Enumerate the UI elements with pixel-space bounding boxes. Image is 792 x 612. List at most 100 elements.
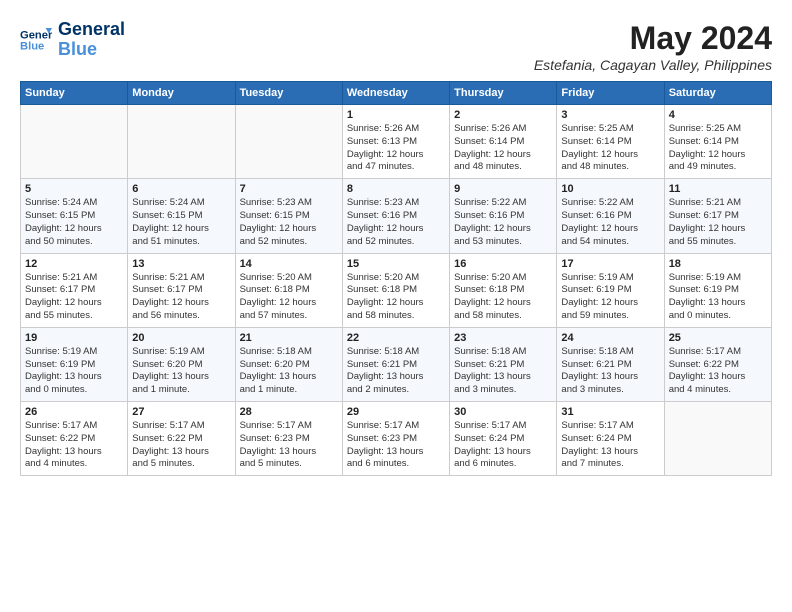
day-number: 13 [132,258,230,270]
calendar-cell: 29 Sunrise: 5:17 AM Sunset: 6:23 PM Dayli… [342,402,449,476]
day-info: Sunrise: 5:19 AM Sunset: 6:19 PM Dayligh… [25,346,123,397]
day-info: Sunrise: 5:17 AM Sunset: 6:24 PM Dayligh… [454,420,552,471]
day-header-sunday: Sunday [21,82,128,105]
calendar-cell [128,105,235,179]
day-number: 31 [561,406,659,418]
day-info: Sunrise: 5:19 AM Sunset: 6:20 PM Dayligh… [132,346,230,397]
day-number: 3 [561,109,659,121]
calendar-week-5: 26 Sunrise: 5:17 AM Sunset: 6:22 PM Dayli… [21,402,772,476]
day-info: Sunrise: 5:20 AM Sunset: 6:18 PM Dayligh… [347,272,445,323]
svg-text:General: General [20,29,52,41]
calendar-cell: 6 Sunrise: 5:24 AM Sunset: 6:15 PM Daylig… [128,179,235,253]
day-info: Sunrise: 5:25 AM Sunset: 6:14 PM Dayligh… [669,123,767,174]
calendar-header-row: SundayMondayTuesdayWednesdayThursdayFrid… [21,82,772,105]
day-header-saturday: Saturday [664,82,771,105]
calendar-cell: 28 Sunrise: 5:17 AM Sunset: 6:23 PM Dayli… [235,402,342,476]
day-number: 22 [347,332,445,344]
day-number: 2 [454,109,552,121]
day-number: 5 [25,183,123,195]
calendar-week-4: 19Sunrise: 5:19 AM Sunset: 6:19 PM Dayli… [21,327,772,401]
calendar-cell: 16 Sunrise: 5:20 AM Sunset: 6:18 PM Dayli… [450,253,557,327]
calendar-cell: 11 Sunrise: 5:21 AM Sunset: 6:17 PM Dayli… [664,179,771,253]
calendar-cell: 4 Sunrise: 5:25 AM Sunset: 6:14 PM Daylig… [664,105,771,179]
calendar-week-1: 1 Sunrise: 5:26 AM Sunset: 6:13 PM Daylig… [21,105,772,179]
day-info: Sunrise: 5:19 AM Sunset: 6:19 PM Dayligh… [561,272,659,323]
location: Estefania, Cagayan Valley, Philippines [534,57,772,73]
calendar-cell: 23 Sunrise: 5:18 AM Sunset: 6:21 PM Dayli… [450,327,557,401]
day-number: 29 [347,406,445,418]
calendar-cell: 7 Sunrise: 5:23 AM Sunset: 6:15 PM Daylig… [235,179,342,253]
calendar-cell: 21Sunrise: 5:18 AM Sunset: 6:20 PM Dayli… [235,327,342,401]
day-number: 20 [132,332,230,344]
day-info: Sunrise: 5:17 AM Sunset: 6:22 PM Dayligh… [25,420,123,471]
calendar-cell: 10 Sunrise: 5:22 AM Sunset: 6:16 PM Dayli… [557,179,664,253]
day-number: 23 [454,332,552,344]
calendar-cell: 22Sunrise: 5:18 AM Sunset: 6:21 PM Dayli… [342,327,449,401]
day-info: Sunrise: 5:26 AM Sunset: 6:14 PM Dayligh… [454,123,552,174]
calendar-cell: 13 Sunrise: 5:21 AM Sunset: 6:17 PM Dayli… [128,253,235,327]
day-header-monday: Monday [128,82,235,105]
day-info: Sunrise: 5:24 AM Sunset: 6:15 PM Dayligh… [25,197,123,248]
day-info: Sunrise: 5:24 AM Sunset: 6:15 PM Dayligh… [132,197,230,248]
day-number: 11 [669,183,767,195]
calendar-cell [664,402,771,476]
page-header: General Blue General Blue May 2024 Estef… [20,20,772,73]
day-header-wednesday: Wednesday [342,82,449,105]
calendar: SundayMondayTuesdayWednesdayThursdayFrid… [20,81,772,476]
logo-text: General Blue [58,20,125,60]
calendar-cell: 27Sunrise: 5:17 AM Sunset: 6:22 PM Dayli… [128,402,235,476]
logo: General Blue General Blue [20,20,125,60]
day-number: 26 [25,406,123,418]
day-info: Sunrise: 5:21 AM Sunset: 6:17 PM Dayligh… [669,197,767,248]
day-number: 1 [347,109,445,121]
day-number: 17 [561,258,659,270]
day-info: Sunrise: 5:21 AM Sunset: 6:17 PM Dayligh… [132,272,230,323]
calendar-cell: 3 Sunrise: 5:25 AM Sunset: 6:14 PM Daylig… [557,105,664,179]
day-info: Sunrise: 5:18 AM Sunset: 6:21 PM Dayligh… [561,346,659,397]
calendar-week-3: 12 Sunrise: 5:21 AM Sunset: 6:17 PM Dayli… [21,253,772,327]
calendar-cell: 31Sunrise: 5:17 AM Sunset: 6:24 PM Dayli… [557,402,664,476]
day-header-friday: Friday [557,82,664,105]
day-info: Sunrise: 5:20 AM Sunset: 6:18 PM Dayligh… [454,272,552,323]
day-number: 7 [240,183,338,195]
calendar-cell: 26 Sunrise: 5:17 AM Sunset: 6:22 PM Dayli… [21,402,128,476]
calendar-cell: 14Sunrise: 5:20 AM Sunset: 6:18 PM Dayli… [235,253,342,327]
day-number: 10 [561,183,659,195]
day-number: 28 [240,406,338,418]
calendar-week-2: 5 Sunrise: 5:24 AM Sunset: 6:15 PM Daylig… [21,179,772,253]
day-number: 30 [454,406,552,418]
day-info: Sunrise: 5:17 AM Sunset: 6:22 PM Dayligh… [132,420,230,471]
day-number: 12 [25,258,123,270]
day-number: 8 [347,183,445,195]
calendar-cell: 1 Sunrise: 5:26 AM Sunset: 6:13 PM Daylig… [342,105,449,179]
day-number: 16 [454,258,552,270]
day-number: 18 [669,258,767,270]
day-number: 4 [669,109,767,121]
day-number: 15 [347,258,445,270]
calendar-cell: 25 Sunrise: 5:17 AM Sunset: 6:22 PM Dayli… [664,327,771,401]
calendar-cell [21,105,128,179]
day-info: Sunrise: 5:23 AM Sunset: 6:15 PM Dayligh… [240,197,338,248]
day-header-tuesday: Tuesday [235,82,342,105]
day-info: Sunrise: 5:25 AM Sunset: 6:14 PM Dayligh… [561,123,659,174]
day-info: Sunrise: 5:26 AM Sunset: 6:13 PM Dayligh… [347,123,445,174]
day-info: Sunrise: 5:22 AM Sunset: 6:16 PM Dayligh… [561,197,659,248]
calendar-cell: 18Sunrise: 5:19 AM Sunset: 6:19 PM Dayli… [664,253,771,327]
calendar-cell: 20 Sunrise: 5:19 AM Sunset: 6:20 PM Dayli… [128,327,235,401]
day-info: Sunrise: 5:17 AM Sunset: 6:23 PM Dayligh… [240,420,338,471]
day-info: Sunrise: 5:17 AM Sunset: 6:23 PM Dayligh… [347,420,445,471]
calendar-cell: 15 Sunrise: 5:20 AM Sunset: 6:18 PM Dayli… [342,253,449,327]
day-info: Sunrise: 5:21 AM Sunset: 6:17 PM Dayligh… [25,272,123,323]
calendar-cell: 9Sunrise: 5:22 AM Sunset: 6:16 PM Daylig… [450,179,557,253]
calendar-cell: 8Sunrise: 5:23 AM Sunset: 6:16 PM Daylig… [342,179,449,253]
title-block: May 2024 Estefania, Cagayan Valley, Phil… [534,20,772,73]
day-info: Sunrise: 5:17 AM Sunset: 6:22 PM Dayligh… [669,346,767,397]
calendar-cell [235,105,342,179]
day-number: 6 [132,183,230,195]
svg-text:Blue: Blue [20,40,44,52]
day-info: Sunrise: 5:18 AM Sunset: 6:21 PM Dayligh… [454,346,552,397]
calendar-cell: 12 Sunrise: 5:21 AM Sunset: 6:17 PM Dayli… [21,253,128,327]
logo-icon: General Blue [20,24,52,56]
day-info: Sunrise: 5:22 AM Sunset: 6:16 PM Dayligh… [454,197,552,248]
day-number: 25 [669,332,767,344]
